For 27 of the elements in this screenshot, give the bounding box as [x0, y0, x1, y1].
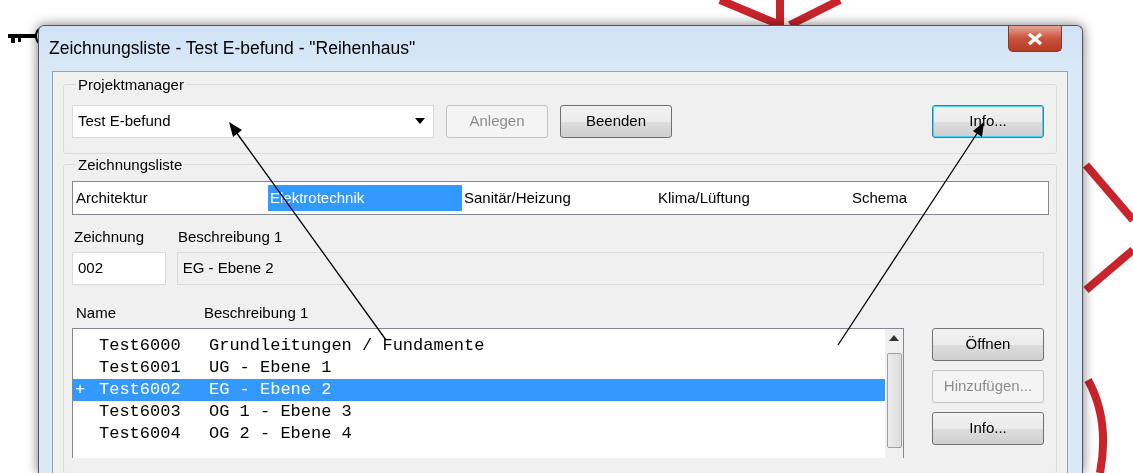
field-label: Beschreibung 1	[178, 226, 283, 247]
discipline-tab[interactable]: Klima/Lüftung	[656, 185, 850, 211]
scrollbar[interactable]	[885, 329, 903, 458]
dialog-button[interactable]: Info...	[932, 104, 1044, 138]
drawing-number-field[interactable]: 002	[72, 252, 166, 285]
window-title: Zeichnungsliste - Test E-befund - "Reihenhaus"	[49, 37, 416, 61]
field-label: Zeichnung	[73, 226, 146, 247]
list-row[interactable]: Test6000 Grundleitungen / Fundamente	[73, 335, 885, 357]
dialog-button[interactable]: Beenden	[560, 104, 672, 138]
discipline-tab[interactable]: Sanitär/Heizung	[462, 185, 656, 211]
dropdown-arrow-icon	[415, 118, 425, 124]
list-row[interactable]: Test6003 OG 1 - Ebene 3	[73, 401, 885, 423]
pipe	[1082, 162, 1133, 223]
scroll-thumb[interactable]	[886, 353, 902, 448]
discipline-tab[interactable]: Schema	[850, 185, 1044, 211]
dialog-button[interactable]: Info...	[932, 412, 1044, 445]
project-dropdown[interactable]: Test E-befund	[72, 104, 434, 138]
dialog-button[interactable]: Öffnen	[932, 328, 1044, 361]
list-row[interactable]: Test6001 UG - Ebene 1	[73, 357, 885, 379]
close-button[interactable]	[1008, 26, 1062, 52]
scroll-up-icon[interactable]	[889, 335, 899, 341]
column-header: Beschreibung 1	[204, 302, 309, 323]
close-icon	[1026, 31, 1044, 46]
list-row[interactable]: Test6004 OG 2 - Ebene 4	[73, 423, 885, 445]
discipline-tab[interactable]: Architektur	[74, 185, 268, 211]
column-header: Name	[75, 302, 117, 323]
pipe	[1083, 246, 1133, 294]
